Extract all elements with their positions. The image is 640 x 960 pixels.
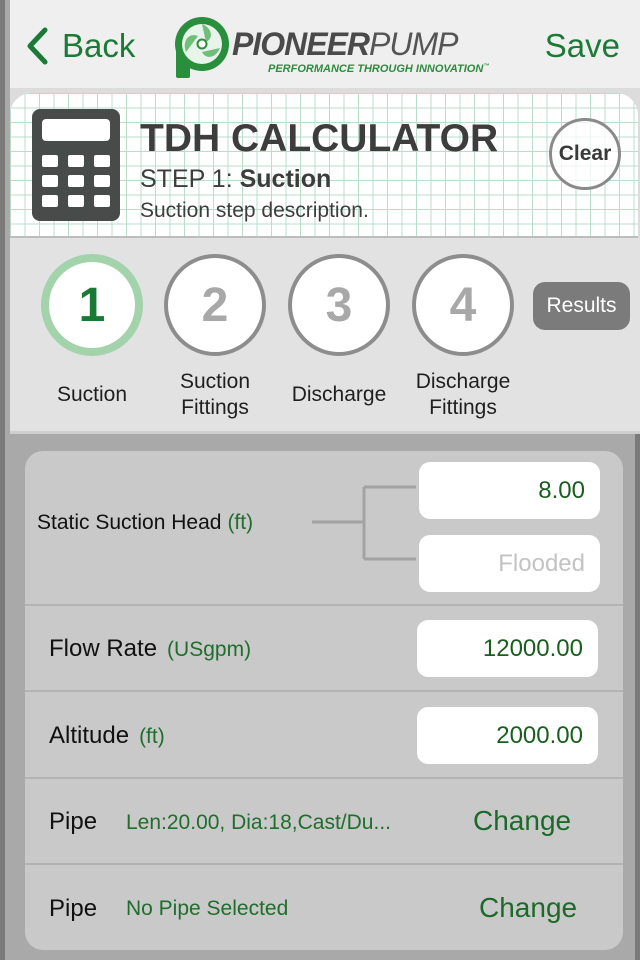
back-label: Back	[62, 27, 136, 64]
bracket-connector-icon	[312, 485, 416, 561]
pioneer-pump-logo: PIONEERPUMP PERFORMANCE THROUGH INNOVATI…	[172, 14, 489, 80]
step-name: Suction	[239, 165, 332, 193]
step-1-suction[interactable]: 1 Suction	[30, 238, 154, 428]
step-number-circle: 2	[164, 254, 266, 356]
unit-label: (USgpm)	[167, 638, 252, 661]
altitude-label: Altitude (ft)	[49, 722, 165, 749]
suction-form: Static Suction Head (ft) 8.00 Flooded Flo…	[25, 451, 623, 950]
unit-label: (ft)	[227, 511, 254, 534]
pipe-summary: Len:20.00, Dia:18,Cast/Du...	[126, 811, 391, 834]
step-3-discharge[interactable]: 3 Discharge	[277, 238, 401, 428]
step-2-suction-fittings[interactable]: 2 Suction Fittings	[153, 238, 277, 428]
step-label: Discharge	[291, 383, 387, 406]
step-navigator: 1 Suction 2 Suction Fittings 3 Discharge…	[10, 238, 640, 434]
app-frame: Back PIONEERPUMP PERFORMANCE THROUGH INN…	[0, 0, 640, 960]
step-label-line2: Fittings	[429, 396, 497, 419]
pipe-row: Pipe Len:20.00, Dia:18,Cast/Du... Change	[25, 779, 623, 865]
flooded-input[interactable]: Flooded	[419, 535, 600, 592]
static-suction-head-label: Static Suction Head (ft)	[37, 511, 254, 534]
clear-button[interactable]: Clear	[549, 118, 621, 190]
change-pipe-button[interactable]: Change	[479, 892, 577, 924]
step-label-line1: Suction	[179, 370, 251, 393]
flow-rate-label: Flow Rate (USgpm)	[49, 635, 252, 662]
back-button[interactable]: Back	[26, 24, 135, 68]
step-4-discharge-fittings[interactable]: 4 Discharge Fittings	[401, 238, 525, 428]
chevron-left-icon	[27, 27, 48, 65]
static-suction-head-input[interactable]: 8.00	[419, 462, 600, 519]
step-number-circle: 1	[41, 254, 143, 356]
step-number-circle: 4	[412, 254, 514, 356]
step-description: Suction step description.	[140, 199, 369, 222]
results-button[interactable]: Results	[533, 282, 630, 330]
altitude-input[interactable]: 2000.00	[417, 707, 598, 764]
step-label-line2: Fittings	[181, 396, 249, 419]
static-suction-head-row: Static Suction Head (ft) 8.00 Flooded	[25, 451, 623, 606]
pipe-summary: No Pipe Selected	[126, 897, 289, 920]
step-label-line1: Discharge	[415, 370, 511, 393]
pump-logo-icon	[175, 17, 229, 78]
step-label: Suction	[56, 383, 128, 406]
logo-tagline: PERFORMANCE THROUGH INNOVATION™	[268, 63, 490, 75]
nav-bar: Back PIONEERPUMP PERFORMANCE THROUGH INN…	[10, 0, 640, 88]
step-prefix: STEP 1:	[140, 165, 233, 193]
step-heading: STEP 1: Suction	[140, 165, 331, 194]
flow-rate-input[interactable]: 12000.00	[417, 620, 598, 677]
change-pipe-button[interactable]: Change	[473, 805, 571, 837]
unit-label: (ft)	[139, 725, 165, 748]
pipe-row: Pipe No Pipe Selected Change	[25, 865, 623, 950]
header-panel: TDH CALCULATOR STEP 1: Suction Suction s…	[10, 93, 638, 238]
page-title: TDH CALCULATOR	[140, 117, 499, 160]
flow-rate-row: Flow Rate (USgpm) 12000.00	[25, 606, 623, 692]
logo-wordmark: PIONEERPUMP	[232, 26, 458, 62]
save-button[interactable]: Save	[545, 24, 620, 68]
pipe-label: Pipe	[49, 808, 98, 835]
altitude-row: Altitude (ft) 2000.00	[25, 692, 623, 779]
pipe-label: Pipe	[49, 895, 98, 922]
calculator-icon	[32, 109, 120, 221]
step-number-circle: 3	[288, 254, 390, 356]
